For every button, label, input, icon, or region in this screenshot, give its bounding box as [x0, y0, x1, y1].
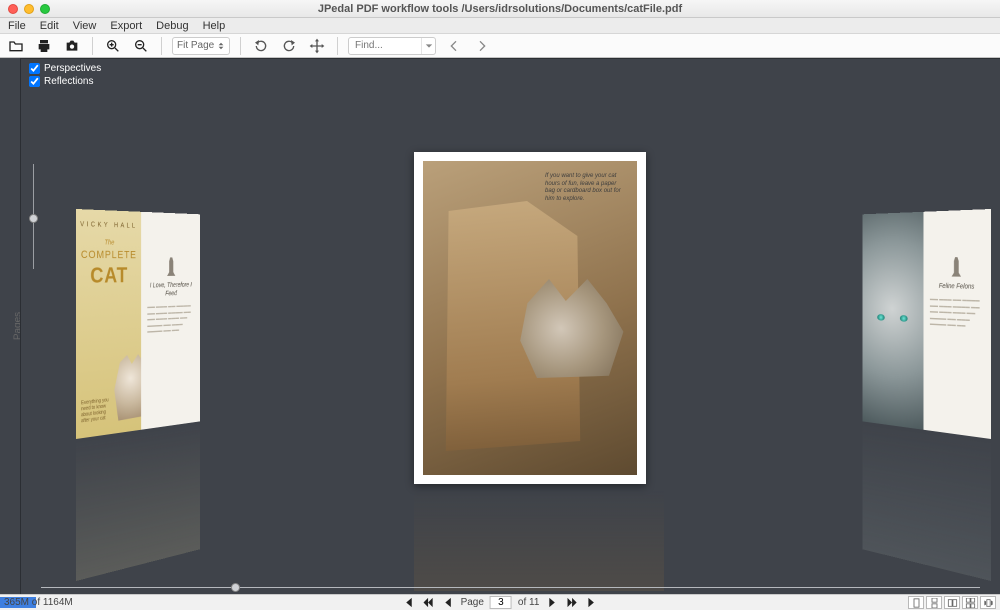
page-number-input[interactable] [490, 596, 512, 609]
cover-blurb: Everything you need to know about lookin… [81, 397, 114, 425]
next-page-spread[interactable]: Feline Felons ▬▬ ▬▬▬ ▬▬ ▬▬▬▬ ▬▬ ▬▬▬ ▬▬▬▬… [863, 209, 991, 439]
zoom-out-icon [133, 38, 149, 54]
left-text-page: I Love, Therefore I Feed ▬▬ ▬▬▬ ▬▬ ▬▬▬▬ … [141, 212, 200, 430]
previous-page-spread[interactable]: VICKY HALL The COMPLETE CAT Everything y… [76, 209, 200, 439]
toolbar-separator [337, 37, 338, 55]
continuous-view-button[interactable] [926, 596, 942, 609]
window-titlebar: JPedal PDF workflow tools /Users/idrsolu… [0, 0, 1000, 18]
menu-edit[interactable]: Edit [40, 20, 59, 32]
next-page-button[interactable] [545, 596, 559, 610]
status-bar: 365M of 1164M Page of 11 [0, 594, 1000, 610]
fast-back-button[interactable] [421, 596, 435, 610]
menu-file[interactable]: File [8, 20, 26, 32]
open-file-button[interactable] [6, 36, 26, 56]
moka-pot-icon [166, 257, 176, 276]
view-mode-buttons [908, 596, 996, 609]
toolbar: Fit Page [0, 34, 1000, 58]
moka-pot-icon [950, 257, 962, 277]
left-essay-title: I Love, Therefore I Feed [147, 281, 194, 299]
page-label: Page [461, 597, 484, 608]
menu-bar: File Edit View Export Debug Help [0, 18, 1000, 34]
menu-export[interactable]: Export [110, 20, 142, 32]
coverflow-stage: VICKY HALL The COMPLETE CAT Everything y… [21, 59, 1000, 594]
page-navigation: Page of 11 [401, 596, 600, 610]
chevron-down-icon [425, 42, 433, 50]
horizontal-slider[interactable] [41, 587, 980, 588]
move-icon [309, 38, 325, 54]
left-body-text: ▬▬ ▬▬▬ ▬▬ ▬▬▬▬ ▬▬ ▬▬▬ ▬▬▬▬ ▬▬ ▬▬ ▬▬▬ ▬▬▬… [147, 303, 194, 335]
find-input[interactable] [349, 40, 421, 51]
memory-meter[interactable]: 365M of 1164M [0, 595, 120, 610]
pan-tool-button[interactable] [307, 36, 327, 56]
print-button[interactable] [34, 36, 54, 56]
workspace: Pages Perspectives Reflections VICKY HAL… [0, 58, 1000, 594]
cover-author: VICKY HALL [76, 221, 141, 230]
prev-page-button[interactable] [441, 596, 455, 610]
coverflow-view-button[interactable] [980, 596, 996, 609]
cover-line-the: The [76, 239, 141, 247]
page-of-label: of 11 [518, 597, 540, 608]
first-page-button[interactable] [401, 596, 415, 610]
toolbar-separator [92, 37, 93, 55]
zoom-mode-select[interactable]: Fit Page [172, 37, 230, 55]
left-reflection [76, 423, 200, 581]
zoom-in-icon [105, 38, 121, 54]
find-dropdown-button[interactable] [421, 38, 435, 54]
cover-line-complete: COMPLETE [76, 249, 141, 261]
facing-view-button[interactable] [944, 596, 960, 609]
rotate-cw-icon [281, 38, 297, 54]
updown-icon [217, 42, 225, 50]
center-reflection [414, 491, 664, 591]
rotate-cw-button[interactable] [279, 36, 299, 56]
memory-label: 365M of 1164M [0, 597, 73, 608]
fast-forward-button[interactable] [565, 596, 579, 610]
last-page-button[interactable] [585, 596, 599, 610]
printer-icon [36, 38, 52, 54]
right-reflection [863, 423, 991, 581]
rotate-ccw-icon [253, 38, 269, 54]
right-essay-title: Feline Felons [930, 282, 984, 292]
menu-view[interactable]: View [73, 20, 97, 32]
book-cover: VICKY HALL The COMPLETE CAT Everything y… [76, 209, 141, 439]
right-photo-page [863, 212, 924, 430]
toolbar-separator [240, 37, 241, 55]
window-title: JPedal PDF workflow tools /Users/idrsolu… [0, 3, 1000, 15]
rotate-ccw-button[interactable] [251, 36, 271, 56]
find-next-button[interactable] [472, 36, 492, 56]
chevron-right-icon [474, 38, 490, 54]
find-prev-button[interactable] [444, 36, 464, 56]
page-viewer[interactable]: Perspectives Reflections VICKY HALL The … [20, 58, 1000, 594]
find-field[interactable] [348, 37, 436, 55]
single-page-view-button[interactable] [908, 596, 924, 609]
menu-debug[interactable]: Debug [156, 20, 188, 32]
cat-eyes [877, 314, 907, 325]
continuous-facing-view-button[interactable] [962, 596, 978, 609]
current-page[interactable]: If you want to give your cat hours of fu… [414, 152, 646, 484]
toolbar-separator [161, 37, 162, 55]
cover-line-cat: CAT [76, 263, 141, 289]
menu-help[interactable]: Help [203, 20, 226, 32]
snapshot-button[interactable] [62, 36, 82, 56]
zoom-mode-value: Fit Page [177, 40, 214, 51]
page-caption: If you want to give your cat hours of fu… [545, 173, 627, 203]
right-text-page: Feline Felons ▬▬ ▬▬▬ ▬▬ ▬▬▬▬ ▬▬ ▬▬▬ ▬▬▬▬… [923, 209, 991, 439]
right-body-text: ▬▬ ▬▬▬ ▬▬ ▬▬▬▬ ▬▬ ▬▬▬ ▬▬▬▬ ▬▬ ▬▬ ▬▬▬ ▬▬▬… [930, 296, 984, 330]
chevron-left-icon [446, 38, 462, 54]
folder-icon [8, 38, 24, 54]
horizontal-slider-thumb[interactable] [231, 583, 240, 592]
zoom-in-button[interactable] [103, 36, 123, 56]
camera-icon [64, 38, 80, 54]
zoom-out-button[interactable] [131, 36, 151, 56]
